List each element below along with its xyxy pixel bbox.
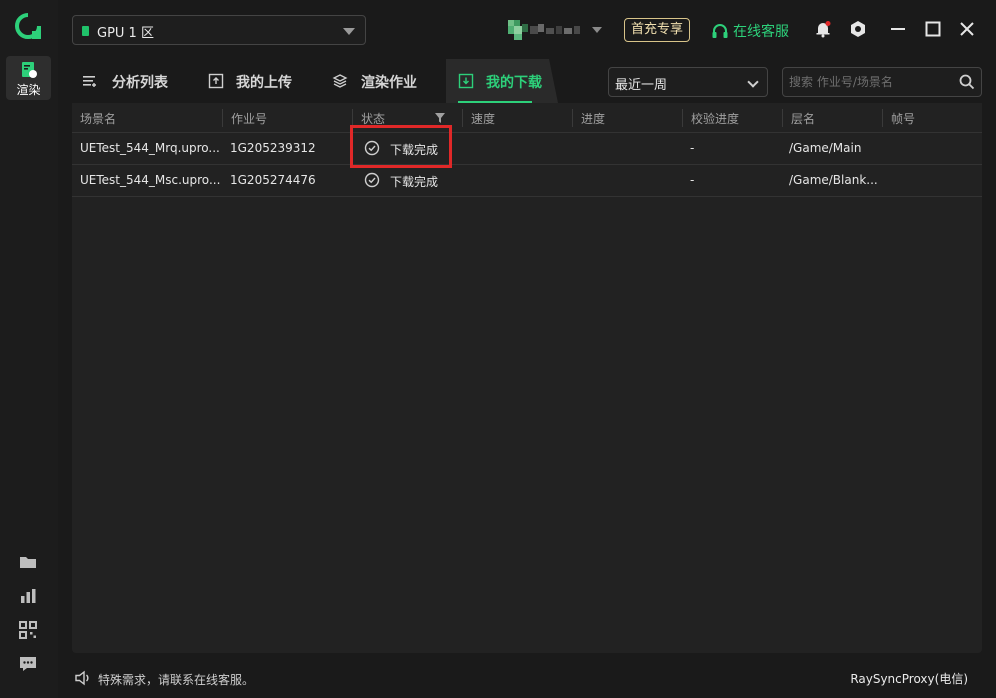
cell-verify-progress: -	[690, 173, 695, 187]
user-avatar[interactable]	[508, 18, 588, 42]
date-range-select[interactable]: 最近一周	[608, 67, 768, 97]
footer-notice: 特殊需求，请联系在线客服。	[98, 673, 255, 687]
table-row[interactable]: UETest_544_Msc.upro... 1G205274476 下载完成 …	[72, 165, 982, 197]
date-range-value: 最近一周	[615, 78, 668, 93]
search-icon[interactable]	[959, 74, 975, 90]
gpu-region-label: GPU 1 区	[97, 26, 154, 41]
qrcode-icon[interactable]	[19, 621, 37, 639]
maximize-icon[interactable]	[924, 20, 942, 38]
cell-scene: UETest_544_Msc.upro...	[80, 173, 221, 187]
app-logo-icon	[15, 13, 41, 39]
gpu-region-select[interactable]: GPU 1 区	[72, 15, 366, 45]
left-rail: 渲染	[0, 0, 58, 698]
column-header-frame[interactable]: 帧号	[891, 110, 915, 127]
column-divider[interactable]	[462, 109, 463, 127]
column-header-job[interactable]: 作业号	[231, 110, 267, 127]
column-divider[interactable]	[572, 109, 573, 127]
chevron-down-icon	[747, 76, 759, 88]
tab-render-jobs[interactable]: 渲染作业	[332, 59, 442, 103]
user-menu-caret-icon[interactable]	[592, 27, 602, 33]
main-panel: 分析列表 我的上传 渲染作业 我的下载 最近一周 搜索 作业号/场景名 场景名 …	[72, 59, 982, 653]
tab-label: 渲染作业	[361, 75, 417, 91]
cell-layer: /Game/Blank...	[789, 173, 878, 187]
chart-icon[interactable]	[19, 587, 37, 605]
tab-my-upload[interactable]: 我的上传	[208, 59, 318, 103]
minimize-icon[interactable]	[889, 20, 907, 38]
bell-icon[interactable]	[814, 20, 832, 38]
cell-status: 下载完成	[390, 175, 439, 189]
cell-layer: /Game/Main	[789, 141, 862, 155]
cell-scene: UETest_544_Mrq.upro...	[80, 141, 220, 155]
column-header-progress[interactable]: 进度	[581, 110, 605, 127]
search-box	[782, 67, 982, 97]
tab-analysis-list[interactable]: 分析列表	[82, 59, 194, 103]
nav-render[interactable]: 渲染	[6, 56, 51, 100]
online-service-label: 在线客服	[733, 24, 789, 40]
table-row[interactable]: UETest_544_Mrq.upro... 1G205239312 下载完成 …	[72, 133, 982, 165]
speaker-icon	[75, 670, 89, 686]
column-divider[interactable]	[782, 109, 783, 127]
search-input[interactable]	[789, 73, 949, 91]
list-icon	[83, 76, 96, 87]
chevron-down-icon	[343, 28, 355, 35]
message-icon[interactable]	[19, 655, 37, 673]
tab-label: 我的下载	[486, 75, 542, 91]
proxy-status[interactable]: RaySyncProxy(电信)	[850, 670, 968, 687]
close-icon[interactable]	[958, 20, 976, 38]
tab-label: 我的上传	[236, 75, 292, 91]
headset-icon	[712, 24, 728, 38]
filter-icon[interactable]	[435, 113, 445, 123]
settings-icon[interactable]	[849, 20, 867, 38]
check-circle-icon	[364, 172, 380, 188]
layers-icon	[332, 74, 348, 88]
render-icon	[21, 62, 37, 78]
tab-label: 分析列表	[112, 75, 168, 91]
status-highlight-box	[350, 125, 452, 168]
upload-icon	[208, 73, 224, 89]
column-divider[interactable]	[682, 109, 683, 127]
folder-icon[interactable]	[19, 553, 37, 571]
tab-my-download[interactable]: 我的下载	[446, 59, 558, 103]
column-divider[interactable]	[882, 109, 883, 127]
cell-job: 1G205274476	[230, 173, 316, 187]
column-header-layer[interactable]: 层名	[791, 110, 815, 127]
download-icon	[458, 73, 474, 89]
column-header-verify-progress[interactable]: 校验进度	[691, 110, 739, 127]
cell-verify-progress: -	[690, 141, 695, 155]
table-header: 场景名 作业号 状态 速度 进度 校验进度 层名 帧号	[72, 103, 982, 133]
nav-render-label: 渲染	[16, 83, 41, 97]
cell-job: 1G205239312	[230, 141, 316, 155]
gpu-status-dot	[82, 26, 89, 36]
tab-bar: 分析列表 我的上传 渲染作业 我的下载 最近一周 搜索 作业号/场景名	[72, 59, 982, 103]
column-divider[interactable]	[222, 109, 223, 127]
column-header-scene[interactable]: 场景名	[80, 110, 116, 127]
first-charge-button[interactable]: 首充专享	[624, 18, 690, 42]
column-header-speed[interactable]: 速度	[471, 110, 495, 127]
